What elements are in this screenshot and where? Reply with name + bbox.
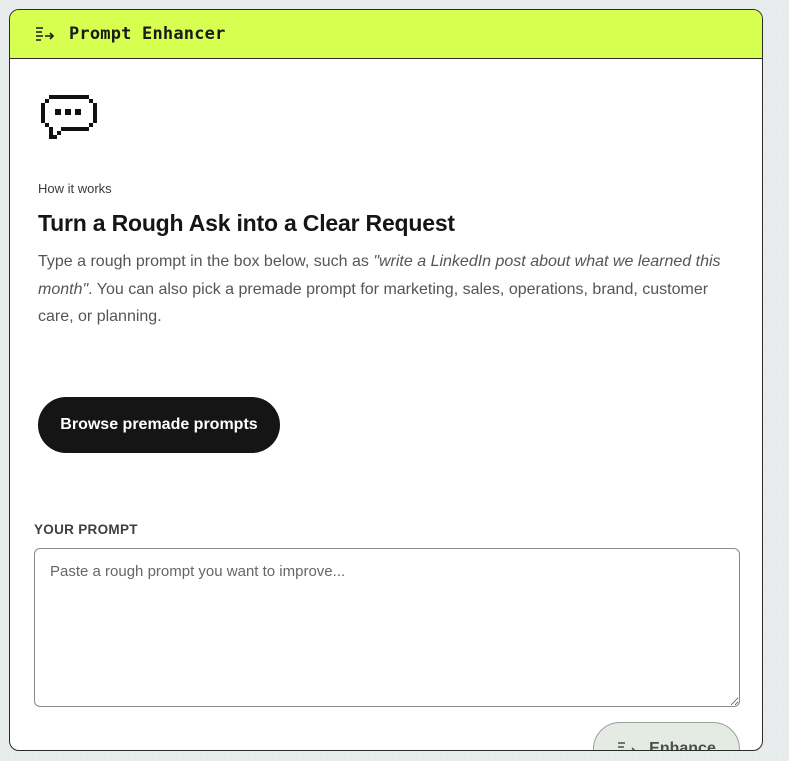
intro-description: Type a rough prompt in the box below, su… (38, 248, 738, 331)
enhance-lines-arrow-icon (617, 741, 637, 750)
prompt-textarea[interactable] (34, 548, 740, 707)
enhance-lines-arrow-icon (35, 26, 55, 42)
how-it-works-label: How it works (38, 181, 112, 196)
browse-premade-prompts-button[interactable]: Browse premade prompts (38, 397, 280, 453)
enhance-button[interactable]: Enhance (593, 722, 740, 751)
card-header: Prompt Enhancer (10, 10, 762, 59)
enhance-button-label: Enhance (649, 740, 716, 751)
description-text-after: . You can also pick a premade prompt for… (38, 280, 709, 326)
header-title: Prompt Enhancer (69, 24, 226, 44)
description-text-before: Type a rough prompt in the box below, su… (38, 253, 374, 270)
prompt-enhancer-card: Prompt Enhancer How it works Turn a Roug… (9, 9, 763, 751)
section-title: Turn a Rough Ask into a Clear Request (38, 210, 455, 236)
chat-bubble-icon (41, 93, 99, 145)
your-prompt-label: YOUR PROMPT (34, 522, 138, 537)
